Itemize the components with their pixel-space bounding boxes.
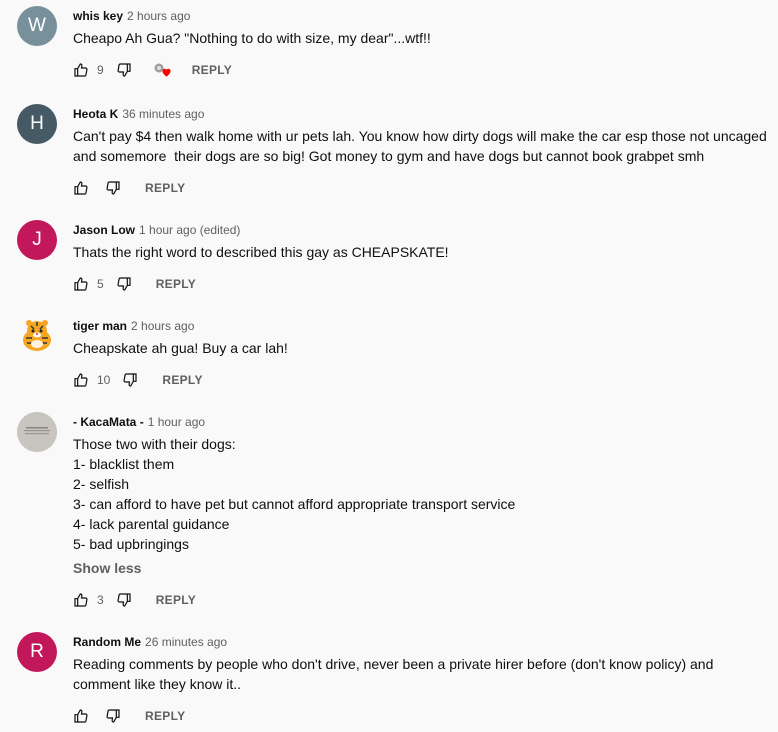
like-button[interactable] — [73, 592, 89, 608]
avatar[interactable] — [17, 412, 57, 452]
thumbs-down-icon — [123, 373, 137, 387]
comment-text-line: 4- lack parental guidance — [73, 516, 230, 532]
avatar-letter: H — [30, 113, 44, 134]
reply-button[interactable]: REPLY — [162, 373, 202, 387]
like-button[interactable] — [73, 62, 89, 78]
comment-timestamp[interactable]: 36 minutes ago — [122, 107, 204, 121]
dislike-button[interactable] — [116, 592, 132, 608]
comment-text: Cheapskate ah gua! Buy a car lah! — [73, 338, 773, 358]
comment-author[interactable]: Jason Low — [73, 223, 135, 237]
reply-button[interactable]: REPLY — [156, 593, 196, 607]
comment-text: Cheapo Ah Gua? "Nothing to do with size,… — [73, 28, 773, 48]
thumbs-up-icon — [74, 709, 88, 723]
comment-text: Reading comments by people who don't dri… — [73, 654, 773, 694]
comment-text: Can't pay $4 then walk home with ur pets… — [73, 126, 773, 166]
heart-icon — [162, 68, 171, 77]
thumbs-down-icon — [117, 593, 131, 607]
dislike-button[interactable] — [116, 62, 132, 78]
thumbs-up-icon — [74, 373, 88, 387]
comment-text-line: comment like they know it.. — [73, 676, 242, 692]
comment-timestamp[interactable]: 26 minutes ago — [145, 635, 227, 649]
dislike-button[interactable] — [116, 276, 132, 292]
avatar-letter: W — [28, 15, 46, 36]
like-button[interactable] — [73, 276, 89, 292]
comment-text: Those two with their dogs: 1- blacklist … — [73, 434, 773, 554]
comment-text-line: Can't pay $4 then walk home with ur pets… — [73, 128, 767, 144]
comment-text-line: and somemore their dogs are so big! Got … — [73, 148, 705, 164]
comment-actions: REPLY — [73, 704, 185, 728]
comment-text-line: Cheapo Ah Gua? "Nothing to do with size,… — [73, 30, 431, 46]
comment-actions: 10 REPLY — [73, 368, 203, 392]
creator-heart-badge — [154, 62, 174, 78]
comment-text-line: Those two with their dogs: — [73, 436, 236, 452]
comment-text-line: Reading comments by people who don't dri… — [73, 656, 714, 672]
avatar-letter: J — [32, 229, 42, 250]
thumbs-down-icon — [117, 63, 131, 77]
image-avatar-icon — [17, 412, 57, 452]
avatar[interactable]: W — [17, 6, 57, 46]
avatar[interactable]: J — [17, 220, 57, 260]
comment-timestamp[interactable]: 1 hour ago — [148, 415, 205, 429]
like-button[interactable] — [73, 708, 89, 724]
avatar[interactable] — [17, 316, 57, 356]
comment-text-line: Cheapskate ah gua! Buy a car lah! — [73, 340, 288, 356]
tiger-avatar-icon — [23, 320, 51, 351]
comment-actions: REPLY — [73, 176, 185, 200]
dislike-button[interactable] — [105, 708, 121, 724]
thumbs-down-icon — [106, 181, 120, 195]
reply-button[interactable]: REPLY — [145, 181, 185, 195]
like-count: 10 — [97, 373, 111, 387]
comment-author[interactable]: whis key — [73, 9, 123, 23]
comment-timestamp[interactable]: 2 hours ago — [131, 319, 194, 333]
dislike-button[interactable] — [105, 180, 121, 196]
comment-actions: 5 REPLY — [73, 272, 196, 296]
comment-author[interactable]: tiger man — [73, 319, 127, 333]
reply-button[interactable]: REPLY — [192, 63, 232, 77]
like-count: 5 — [97, 277, 104, 291]
dislike-button[interactable] — [122, 372, 138, 388]
avatar-letter: R — [30, 641, 44, 662]
comment-author[interactable]: - KacaMata - — [73, 415, 144, 429]
comment-author[interactable]: Heota K — [73, 107, 118, 121]
comment-text: Thats the right word to described this g… — [73, 242, 773, 262]
thumbs-up-icon — [74, 181, 88, 195]
thumbs-down-icon — [106, 709, 120, 723]
comment-timestamp[interactable]: 1 hour ago (edited) — [139, 223, 240, 237]
thumbs-up-icon — [74, 63, 88, 77]
comments-section: W whis key 2 hours ago Cheapo Ah Gua? "N… — [0, 0, 778, 732]
thumbs-down-icon — [117, 277, 131, 291]
comment-timestamp[interactable]: 2 hours ago — [127, 9, 190, 23]
thumbs-up-icon — [74, 593, 88, 607]
like-button[interactable] — [73, 372, 89, 388]
comment-actions: 3 REPLY — [73, 588, 196, 612]
comment-actions: 9 REPLY — [73, 58, 232, 82]
like-count: 9 — [97, 63, 104, 77]
show-less-button[interactable]: Show less — [73, 558, 773, 578]
like-button[interactable] — [73, 180, 89, 196]
reply-button[interactable]: REPLY — [156, 277, 196, 291]
avatar[interactable]: H — [17, 104, 57, 144]
comment-text-line: 3- can afford to have pet but cannot aff… — [73, 496, 516, 512]
comment-text-line: 1- blacklist them — [73, 456, 175, 472]
comment-text-line: 2- selfish — [73, 476, 130, 492]
comment-text-line: 5- bad upbringings — [73, 536, 189, 552]
comment-text-line: Thats the right word to described this g… — [73, 244, 449, 260]
like-count: 3 — [97, 593, 104, 607]
thumbs-up-icon — [74, 277, 88, 291]
reply-button[interactable]: REPLY — [145, 709, 185, 723]
comment-author[interactable]: Random Me — [73, 635, 141, 649]
avatar[interactable]: R — [17, 632, 57, 672]
